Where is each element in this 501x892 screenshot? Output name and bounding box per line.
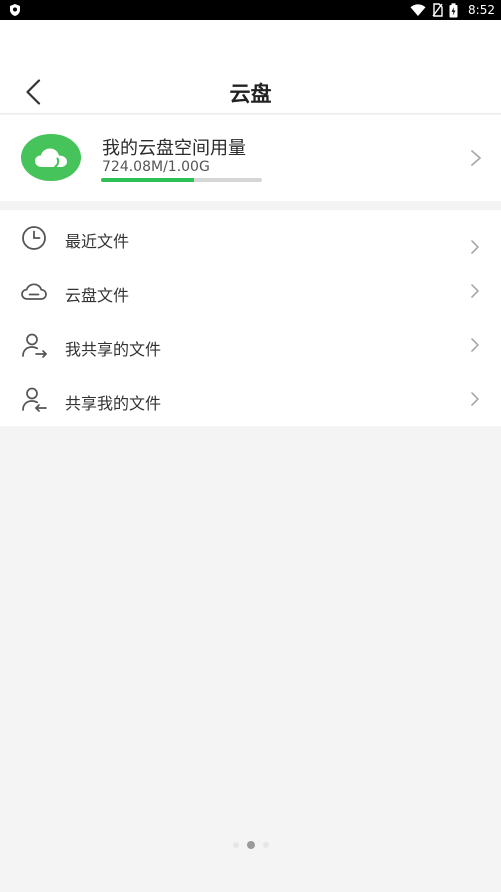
cloud-outline-icon [21, 283, 47, 300]
menu-item-label: 共享我的文件 [65, 394, 162, 413]
usage-title: 我的云盘空间用量 [102, 138, 246, 159]
user-share-in-icon [22, 387, 47, 412]
chevron-right-icon [471, 284, 479, 298]
cloud-badge [21, 134, 81, 181]
page-indicator [0, 841, 501, 849]
menu-item-label: 云盘文件 [65, 286, 130, 305]
page-dot-active [246, 841, 255, 849]
no-sim-icon [432, 3, 443, 17]
app-header: 云盘 [0, 20, 501, 114]
menu-item-shared-with-me[interactable]: 共享我的文件 [0, 372, 501, 426]
chevron-right-icon [471, 338, 479, 352]
menu-item-recent-files[interactable]: 最近文件 [0, 210, 501, 264]
usage-progress-fill [101, 178, 195, 182]
battery-charging-icon [449, 2, 458, 17]
file-menu-list: 最近文件 云盘文件 我共享的文件 共享我的文件 [0, 210, 501, 426]
page-dot [262, 842, 269, 848]
clock-icon [22, 226, 46, 250]
usage-value: 724.08M/1.00G [102, 159, 210, 175]
user-share-out-icon [22, 333, 47, 358]
chevron-right-icon [471, 392, 479, 406]
shield-icon [10, 4, 20, 16]
menu-item-cloud-files[interactable]: 云盘文件 [0, 264, 501, 318]
wifi-icon [410, 3, 426, 16]
menu-item-label: 我共享的文件 [65, 340, 162, 359]
page-title: 云盘 [229, 82, 272, 106]
menu-item-label: 最近文件 [65, 232, 130, 251]
usage-progress-bar [101, 178, 262, 182]
chevron-right-icon [471, 150, 481, 166]
storage-usage-card[interactable]: 我的云盘空间用量 724.08M/1.00G [0, 115, 501, 201]
status-bar: 8:52 [0, 0, 501, 20]
page-dot [232, 842, 239, 848]
cloud-icon [35, 148, 67, 168]
chevron-right-icon [471, 240, 479, 254]
status-time: 8:52 [468, 3, 495, 17]
menu-item-my-shared-files[interactable]: 我共享的文件 [0, 318, 501, 372]
